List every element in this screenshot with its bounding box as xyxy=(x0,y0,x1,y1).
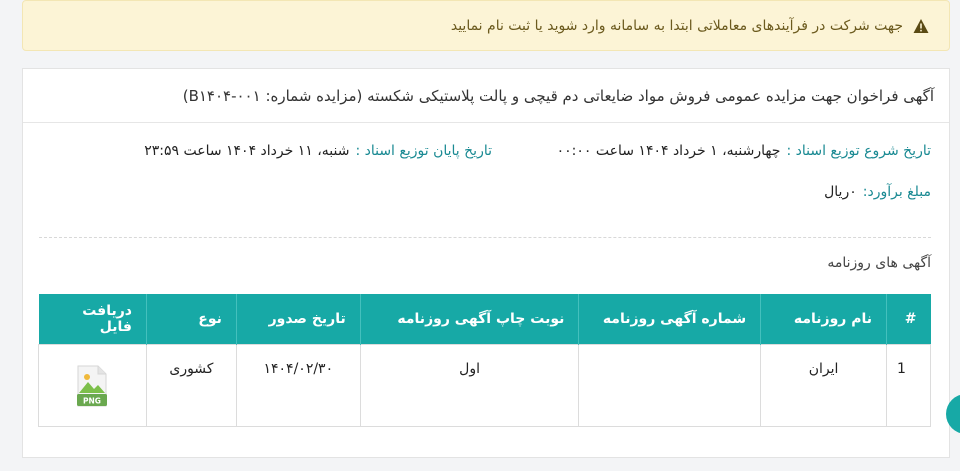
row-newspaper-name: ایران xyxy=(760,343,888,427)
png-file-icon[interactable]: PNG xyxy=(76,365,108,407)
row-index: 1 xyxy=(886,343,931,427)
distribution-end: تاریخ پایان توزیع اسناد : شنبه، ۱۱ خرداد… xyxy=(144,143,492,159)
newspapers-section-title: آگهی های روزنامه xyxy=(827,255,931,271)
col-ad-number: شماره آگهی روزنامه xyxy=(578,294,761,344)
warning-icon xyxy=(913,18,929,34)
col-newspaper-name: نام روزنامه xyxy=(760,294,887,344)
table-header-row: # نام روزنامه شماره آگهی روزنامه نوبت چا… xyxy=(38,294,931,344)
page: جهت شرکت در فرآیندهای معاملاتی ابتدا به … xyxy=(0,0,960,471)
row-ad-number xyxy=(578,343,762,427)
col-type: نوع xyxy=(145,294,237,344)
row-issue-date: ۱۴۰۴/۰۲/۳۰ xyxy=(235,343,361,427)
login-alert: جهت شرکت در فرآیندهای معاملاتی ابتدا به … xyxy=(22,0,950,51)
col-file-download: دریافت فایل xyxy=(38,294,147,344)
row-type: کشوری xyxy=(145,343,237,427)
start-value: چهارشنبه، ۱ خرداد ۱۴۰۴ ساعت ۰۰:۰۰ xyxy=(556,143,781,159)
dashed-divider xyxy=(39,237,931,238)
col-index: # xyxy=(886,294,931,344)
col-print-turn: نوبت چاپ آگهی روزنامه xyxy=(359,294,579,344)
estimate-label: مبلغ برآورد: xyxy=(862,184,931,200)
png-badge-text: PNG xyxy=(84,396,102,405)
col-issue-date: تاریخ صدور xyxy=(235,294,361,344)
row-file-cell: PNG xyxy=(38,343,147,427)
announcement-card: آگهی فراخوان جهت مزایده عمومی فروش مواد … xyxy=(22,68,950,458)
table-row: 1 ایران اول ۱۴۰۴/۰۲/۳۰ کشوری PNG xyxy=(38,343,931,427)
row-print-turn: اول xyxy=(359,343,580,427)
end-value: شنبه، ۱۱ خرداد ۱۴۰۴ ساعت ۲۳:۵۹ xyxy=(144,143,350,159)
announcement-title: آگهی فراخوان جهت مزایده عمومی فروش مواد … xyxy=(23,69,949,123)
alert-text: جهت شرکت در فرآیندهای معاملاتی ابتدا به … xyxy=(450,17,903,34)
estimate-amount: مبلغ برآورد: ۰ریال xyxy=(824,184,931,200)
newspapers-table: # نام روزنامه شماره آگهی روزنامه نوبت چا… xyxy=(38,294,931,427)
end-label: تاریخ پایان توزیع اسناد : xyxy=(355,143,492,159)
start-label: تاریخ شروع توزیع اسناد : xyxy=(786,143,931,159)
distribution-start: تاریخ شروع توزیع اسناد : چهارشنبه، ۱ خرد… xyxy=(557,143,931,159)
estimate-value: ۰ریال xyxy=(824,184,857,200)
